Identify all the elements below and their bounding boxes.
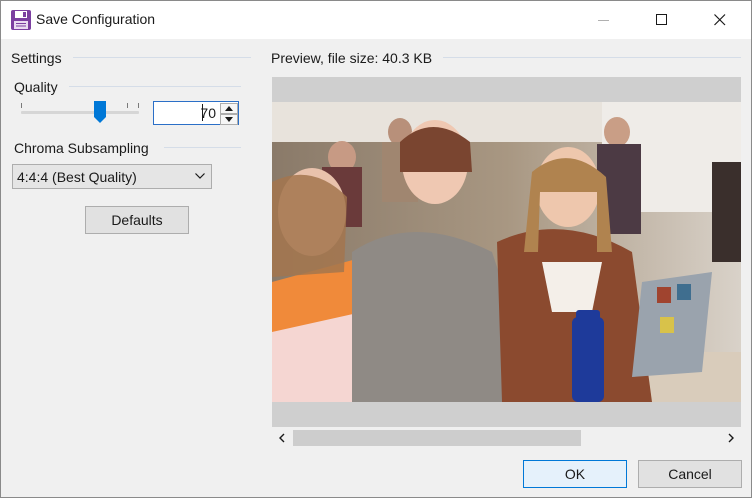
chevron-left-icon bbox=[279, 433, 285, 443]
window-title: Save Configuration bbox=[36, 11, 156, 27]
quality-slider-track[interactable] bbox=[21, 111, 139, 114]
quality-divider bbox=[69, 86, 241, 87]
defaults-button[interactable]: Defaults bbox=[85, 206, 189, 234]
chevron-down-icon bbox=[225, 117, 233, 122]
quality-label: Quality bbox=[14, 79, 58, 95]
save-configuration-dialog: Save Configuration Settings Quality 70 C… bbox=[0, 0, 752, 498]
chroma-label: Chroma Subsampling bbox=[14, 140, 149, 156]
preview-photo bbox=[272, 102, 741, 402]
settings-divider bbox=[73, 57, 251, 58]
preview-photo-graphic bbox=[272, 102, 741, 402]
slider-tick bbox=[138, 103, 139, 108]
spin-up-button[interactable] bbox=[220, 103, 238, 114]
scroll-thumb[interactable] bbox=[293, 430, 581, 446]
minimize-button[interactable] bbox=[581, 1, 627, 39]
chevron-right-icon bbox=[728, 433, 734, 443]
close-icon bbox=[714, 14, 726, 26]
slider-tick bbox=[21, 103, 22, 108]
chevron-up-icon bbox=[225, 106, 233, 111]
ok-button[interactable]: OK bbox=[523, 460, 627, 488]
close-button[interactable] bbox=[697, 1, 743, 39]
minimize-icon bbox=[598, 20, 609, 21]
settings-group-label: Settings bbox=[11, 50, 62, 66]
preview-horizontal-scrollbar[interactable] bbox=[272, 428, 741, 448]
preview-label: Preview, file size: 40.3 KB bbox=[271, 50, 433, 66]
spin-down-button[interactable] bbox=[220, 114, 238, 125]
slider-tick bbox=[127, 103, 128, 108]
chroma-subsampling-select[interactable]: 4:4:4 (Best Quality) bbox=[12, 164, 212, 189]
floppy-disk-icon bbox=[11, 10, 31, 30]
scroll-left-button[interactable] bbox=[275, 431, 289, 445]
chevron-down-icon bbox=[195, 173, 205, 179]
text-caret bbox=[202, 104, 203, 121]
quality-slider-thumb[interactable] bbox=[93, 100, 107, 124]
preview-divider bbox=[443, 57, 741, 58]
chroma-divider bbox=[164, 147, 241, 148]
title-bar[interactable]: Save Configuration bbox=[1, 1, 751, 39]
maximize-button[interactable] bbox=[639, 1, 685, 39]
maximize-icon bbox=[656, 14, 667, 25]
scroll-right-button[interactable] bbox=[724, 431, 738, 445]
chroma-selected-value: 4:4:4 (Best Quality) bbox=[17, 169, 137, 185]
cancel-button[interactable]: Cancel bbox=[638, 460, 742, 488]
